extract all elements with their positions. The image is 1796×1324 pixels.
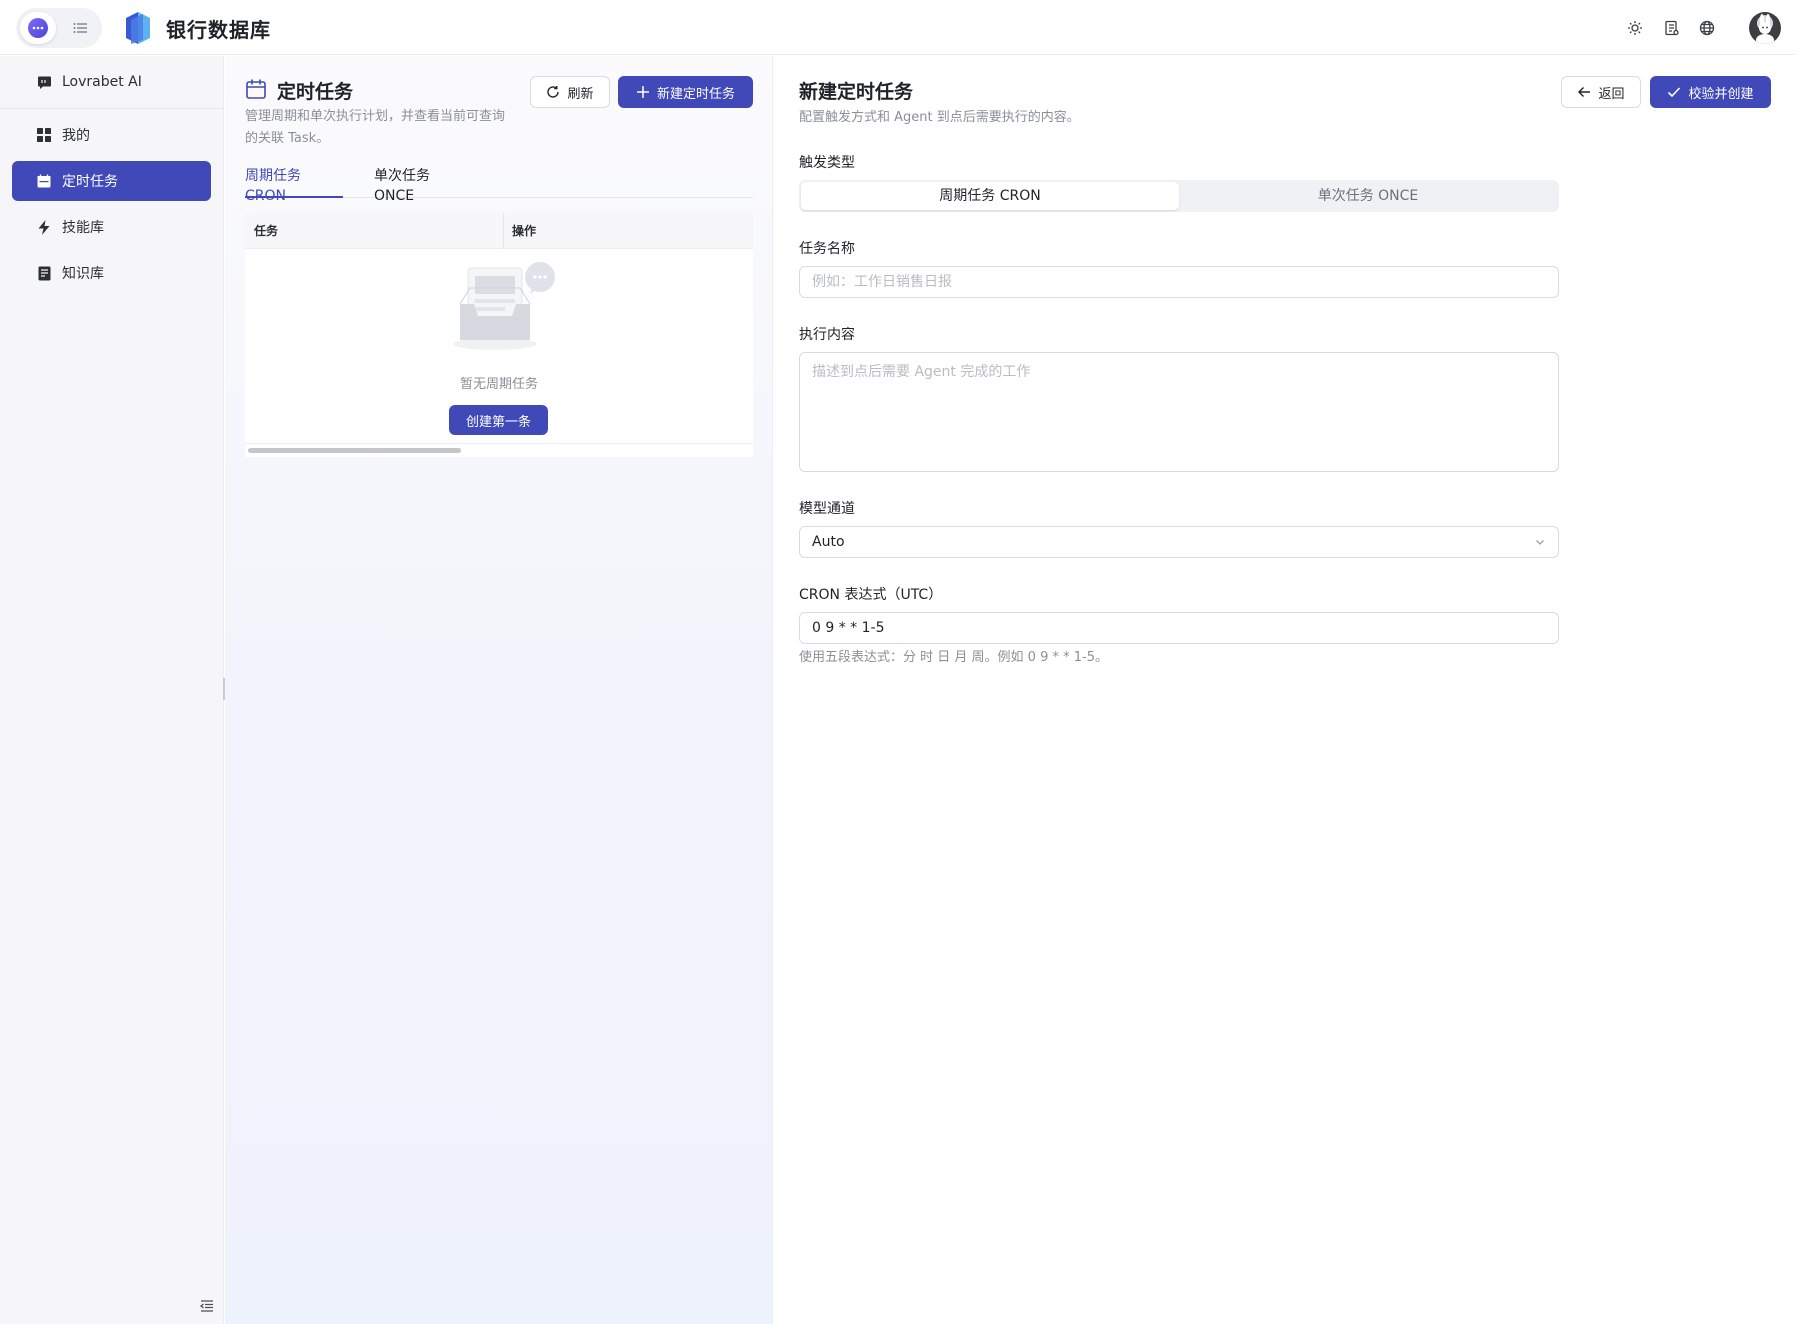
create-first-button[interactable]: 创建第一条 xyxy=(449,405,548,435)
model-channel-value: Auto xyxy=(812,534,845,550)
plus-icon xyxy=(636,86,649,98)
language-button[interactable] xyxy=(1696,17,1718,39)
chat-bubble-icon xyxy=(36,74,52,90)
tasks-table: 任务 操作 暂无周期任务 创建第一条 xyxy=(245,213,753,457)
sidebar-item-mine[interactable]: 我的 xyxy=(12,115,211,155)
document-icon xyxy=(1664,20,1679,36)
form-title: 新建定时任务 xyxy=(799,81,914,103)
task-type-tabs: 周期任务 CRON 单次任务 ONCE xyxy=(245,166,753,204)
check-icon xyxy=(1668,87,1681,98)
docs-button[interactable] xyxy=(1660,17,1682,39)
theme-toggle-button[interactable] xyxy=(1624,17,1646,39)
collapse-sidebar-icon[interactable] xyxy=(199,1298,215,1314)
arrow-left-icon xyxy=(1578,87,1591,97)
trigger-type-label: 触发类型 xyxy=(799,155,855,171)
sun-icon xyxy=(1628,21,1642,35)
lightning-icon xyxy=(36,219,52,235)
sidebar-divider xyxy=(0,108,223,109)
model-channel-label: 模型通道 xyxy=(799,501,855,517)
back-label: 返回 xyxy=(1598,86,1625,102)
validate-and-create-button[interactable]: 校验并创建 xyxy=(1650,76,1771,108)
column-header-actions[interactable]: 操作 xyxy=(503,213,536,249)
refresh-label: 刷新 xyxy=(567,86,594,102)
empty-state-text: 暂无周期任务 xyxy=(459,377,538,392)
grid-icon xyxy=(36,127,52,143)
horizontal-scrollbar[interactable] xyxy=(248,448,461,453)
page-title: 定时任务 xyxy=(277,81,354,103)
back-button[interactable]: 返回 xyxy=(1561,76,1641,108)
sidebar-item-label: 知识库 xyxy=(62,266,104,282)
sidebar-item-knowledge[interactable]: 知识库 xyxy=(12,253,211,293)
tasks-panel: 定时任务 管理周期和单次执行计划，并查看当前可查询的关联 Task。 刷新 新建… xyxy=(225,56,773,1324)
sidebar-item-label: 我的 xyxy=(62,128,90,144)
new-task-label: 新建定时任务 xyxy=(656,86,735,102)
form-description: 配置触发方式和 Agent 到点后需要执行的内容。 xyxy=(799,110,1080,125)
cron-label: CRON 表达式（UTC） xyxy=(799,587,943,603)
task-name-input[interactable] xyxy=(799,266,1559,298)
sidebar: Lovrabet AI 我的 定时任务 技能库 知识库 xyxy=(0,56,224,1324)
book-icon xyxy=(36,265,52,281)
refresh-button[interactable]: 刷新 xyxy=(530,76,610,108)
tab-once[interactable]: 单次任务 ONCE xyxy=(374,166,474,204)
model-channel-select[interactable]: Auto xyxy=(799,526,1559,558)
column-header-task[interactable]: 任务 xyxy=(245,213,278,249)
chat-mode-icon xyxy=(28,18,48,38)
chat-mode-button[interactable] xyxy=(20,12,56,44)
sidebar-item-scheduled-tasks[interactable]: 定时任务 xyxy=(12,161,211,201)
refresh-icon xyxy=(547,86,560,98)
page-description: 管理周期和单次执行计划，并查看当前可查询的关联 Task。 xyxy=(245,109,506,146)
cron-hint: 使用五段表达式：分 时 日 月 周。例如 0 9 * * 1-5。 xyxy=(799,650,1108,665)
trigger-option-once[interactable]: 单次任务 ONCE xyxy=(1179,182,1557,210)
table-header: 任务 操作 xyxy=(245,213,753,249)
sidebar-item-label: 定时任务 xyxy=(62,174,118,190)
empty-inbox-icon xyxy=(453,262,555,350)
mode-switch xyxy=(16,8,102,48)
sidebar-item-lovrabet-ai[interactable]: Lovrabet AI xyxy=(12,62,211,102)
cron-expression-input[interactable] xyxy=(799,612,1559,644)
sidebar-item-label: Lovrabet AI xyxy=(62,74,142,90)
sidebar-item-label: 技能库 xyxy=(62,220,104,236)
globe-icon xyxy=(1699,20,1715,36)
tab-cron[interactable]: 周期任务 CRON xyxy=(245,166,343,204)
task-name-label: 任务名称 xyxy=(799,241,855,257)
user-avatar[interactable] xyxy=(1749,12,1781,44)
brand-logo-icon xyxy=(126,12,150,44)
submit-label: 校验并创建 xyxy=(1688,86,1754,102)
trigger-type-segmented: 周期任务 CRON 单次任务 ONCE xyxy=(799,180,1559,212)
calendar-icon xyxy=(246,79,266,99)
new-scheduled-task-button[interactable]: 新建定时任务 xyxy=(618,76,753,108)
sidebar-item-skills[interactable]: 技能库 xyxy=(12,207,211,247)
table-footer-divider xyxy=(245,443,753,444)
top-bar: 银行数据库 xyxy=(0,0,1796,55)
new-task-form: 新建定时任务 配置触发方式和 Agent 到点后需要执行的内容。 返回 校验并创… xyxy=(775,56,1796,1324)
chevron-down-icon xyxy=(1536,540,1544,545)
calendar-icon xyxy=(36,173,52,189)
trigger-option-cron[interactable]: 周期任务 CRON xyxy=(801,182,1179,210)
list-mode-icon xyxy=(73,23,87,33)
app-title: 银行数据库 xyxy=(166,18,271,42)
content-textarea[interactable] xyxy=(799,352,1559,472)
content-label: 执行内容 xyxy=(799,327,855,343)
list-mode-button[interactable] xyxy=(62,12,98,44)
